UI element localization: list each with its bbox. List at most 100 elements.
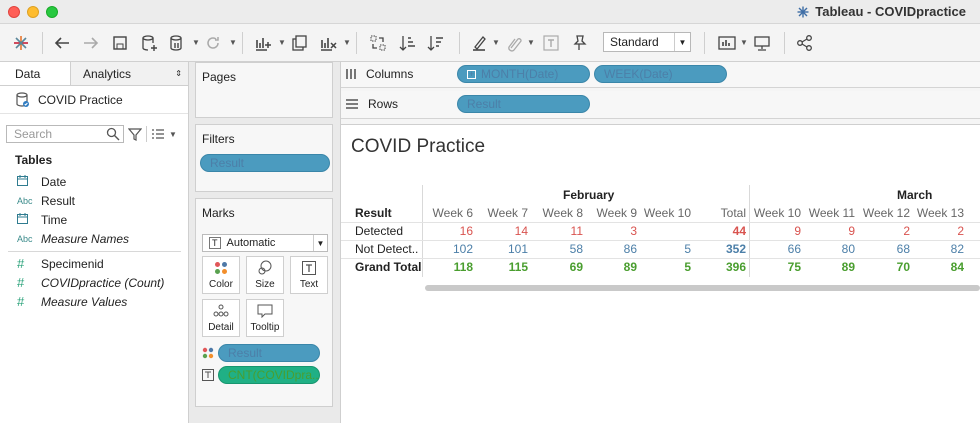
table-cell[interactable]: 2 <box>957 224 964 238</box>
filter-icon[interactable] <box>128 127 142 141</box>
refresh-icon[interactable] <box>202 32 224 54</box>
highlight-icon[interactable] <box>468 32 490 54</box>
measure-field-icon: # <box>17 294 25 309</box>
rows-shelf[interactable]: Rows Result <box>341 91 980 119</box>
table-cell[interactable]: 115 <box>509 260 528 274</box>
field-item[interactable]: # COVIDpractice (Count) <box>0 273 189 292</box>
week-column-header: Week 9 <box>596 206 637 220</box>
table-cell[interactable]: 89 <box>842 260 855 274</box>
table-cell[interactable]: 75 <box>788 260 801 274</box>
undo-icon[interactable] <box>51 32 73 54</box>
marks-text-button[interactable]: Text <box>290 256 328 294</box>
fix-axes-pin-icon[interactable] <box>568 32 590 54</box>
table-cell[interactable]: 9 <box>794 224 801 238</box>
sort-descending-icon[interactable] <box>425 32 447 54</box>
table-cell[interactable]: 84 <box>951 260 964 274</box>
field-item[interactable]: Time <box>0 210 189 229</box>
table-cell[interactable]: 44 <box>733 224 746 238</box>
redo-icon[interactable] <box>80 32 102 54</box>
column-pill-week[interactable]: WEEK(Date) <box>594 65 727 83</box>
collapse-icon[interactable]: + <box>467 69 476 79</box>
group-dropdown-icon[interactable]: ▼ <box>527 38 535 47</box>
field-item[interactable]: Abc Result <box>0 191 189 210</box>
size-icon <box>258 260 272 275</box>
table-cell[interactable]: 70 <box>897 260 910 274</box>
table-cell[interactable]: 352 <box>726 242 746 256</box>
fit-mode-select[interactable]: Standard ▼ <box>603 32 691 52</box>
marks-pill-result[interactable]: Result <box>218 344 320 362</box>
field-item[interactable]: # Specimenid <box>0 254 189 273</box>
view-list-icon[interactable] <box>151 127 165 141</box>
datasource-dropdown-icon[interactable]: ▼ <box>192 38 200 47</box>
swap-rows-columns-icon[interactable] <box>367 32 389 54</box>
save-icon[interactable] <box>109 32 131 54</box>
table-cell[interactable]: 89 <box>624 260 637 274</box>
table-cell[interactable]: 5 <box>684 260 691 274</box>
field-item[interactable]: Date <box>0 172 189 191</box>
minimize-window-button[interactable] <box>27 6 39 18</box>
field-item[interactable]: Abc Measure Names <box>0 229 189 248</box>
table-cell[interactable]: 80 <box>842 242 855 256</box>
clear-sheet-icon[interactable] <box>317 32 339 54</box>
table-cell[interactable]: 102 <box>453 242 473 256</box>
table-cell[interactable]: 66 <box>788 242 801 256</box>
filters-shelf[interactable]: Filters Result <box>195 124 333 192</box>
pause-updates-icon[interactable] <box>166 32 188 54</box>
table-cell[interactable]: 86 <box>624 242 637 256</box>
datasource-item[interactable]: COVID Practice <box>0 86 188 114</box>
show-cards-icon[interactable] <box>716 32 738 54</box>
mark-type-select[interactable]: T Automatic ▼ <box>202 234 328 252</box>
table-cell[interactable]: 16 <box>460 224 473 238</box>
group-members-icon[interactable] <box>503 32 525 54</box>
clear-dropdown-icon[interactable]: ▼ <box>343 38 351 47</box>
marks-detail-button[interactable]: Detail <box>202 299 240 337</box>
table-cell[interactable]: 58 <box>570 242 583 256</box>
share-icon[interactable] <box>794 32 816 54</box>
show-mark-labels-icon[interactable] <box>540 32 562 54</box>
pages-shelf[interactable]: Pages <box>195 62 333 118</box>
duplicate-sheet-icon[interactable] <box>289 32 311 54</box>
fit-mode-dropdown-icon: ▼ <box>674 33 690 51</box>
worksheet-view[interactable]: COVID Practice February March Result Wee… <box>341 124 980 423</box>
table-cell[interactable]: 82 <box>951 242 964 256</box>
tab-data[interactable]: Data <box>0 62 70 85</box>
table-cell[interactable]: 396 <box>726 260 746 274</box>
columns-shelf[interactable]: Columns + MONTH(Date) WEEK(Date) <box>341 62 980 88</box>
row-label[interactable]: Grand Total <box>355 260 421 274</box>
sort-ascending-icon[interactable] <box>397 32 419 54</box>
close-window-button[interactable] <box>8 6 20 18</box>
filter-pill-result[interactable]: Result <box>200 154 330 172</box>
table-cell[interactable]: 118 <box>454 260 473 274</box>
row-label[interactable]: Detected <box>355 224 403 238</box>
marks-color-button[interactable]: Color <box>202 256 240 294</box>
zoom-window-button[interactable] <box>46 6 58 18</box>
view-dropdown-icon[interactable]: ▼ <box>169 130 177 139</box>
row-label[interactable]: Not Detect.. <box>355 242 418 256</box>
column-pill-month[interactable]: + MONTH(Date) <box>457 65 590 83</box>
tableau-home-icon[interactable] <box>10 32 32 54</box>
tab-analytics[interactable]: Analytics ⇕ <box>70 62 188 85</box>
marks-tooltip-button[interactable]: Tooltip <box>246 299 284 337</box>
field-item[interactable]: # Measure Values <box>0 292 189 311</box>
search-input[interactable]: Search <box>6 125 124 143</box>
table-cell[interactable]: 101 <box>508 242 528 256</box>
table-cell[interactable]: 69 <box>570 260 583 274</box>
table-cell[interactable]: 68 <box>897 242 910 256</box>
row-pill-result[interactable]: Result <box>457 95 590 113</box>
show-cards-dropdown-icon[interactable]: ▼ <box>740 38 748 47</box>
table-cell[interactable]: 3 <box>630 224 637 238</box>
table-cell[interactable]: 9 <box>848 224 855 238</box>
table-cell[interactable]: 14 <box>515 224 528 238</box>
table-cell[interactable]: 5 <box>684 242 691 256</box>
horizontal-scrollbar[interactable] <box>425 285 980 291</box>
table-cell[interactable]: 11 <box>571 224 583 238</box>
refresh-dropdown-icon[interactable]: ▼ <box>229 38 237 47</box>
table-cell[interactable]: 2 <box>903 224 910 238</box>
highlight-dropdown-icon[interactable]: ▼ <box>492 38 500 47</box>
new-datasource-icon[interactable] <box>138 32 160 54</box>
new-worksheet-icon[interactable] <box>252 32 274 54</box>
marks-size-button[interactable]: Size <box>246 256 284 294</box>
marks-pill-count[interactable]: CNT(COVIDpra.. <box>218 366 320 384</box>
new-worksheet-dropdown-icon[interactable]: ▼ <box>278 38 286 47</box>
presentation-mode-icon[interactable] <box>751 32 773 54</box>
